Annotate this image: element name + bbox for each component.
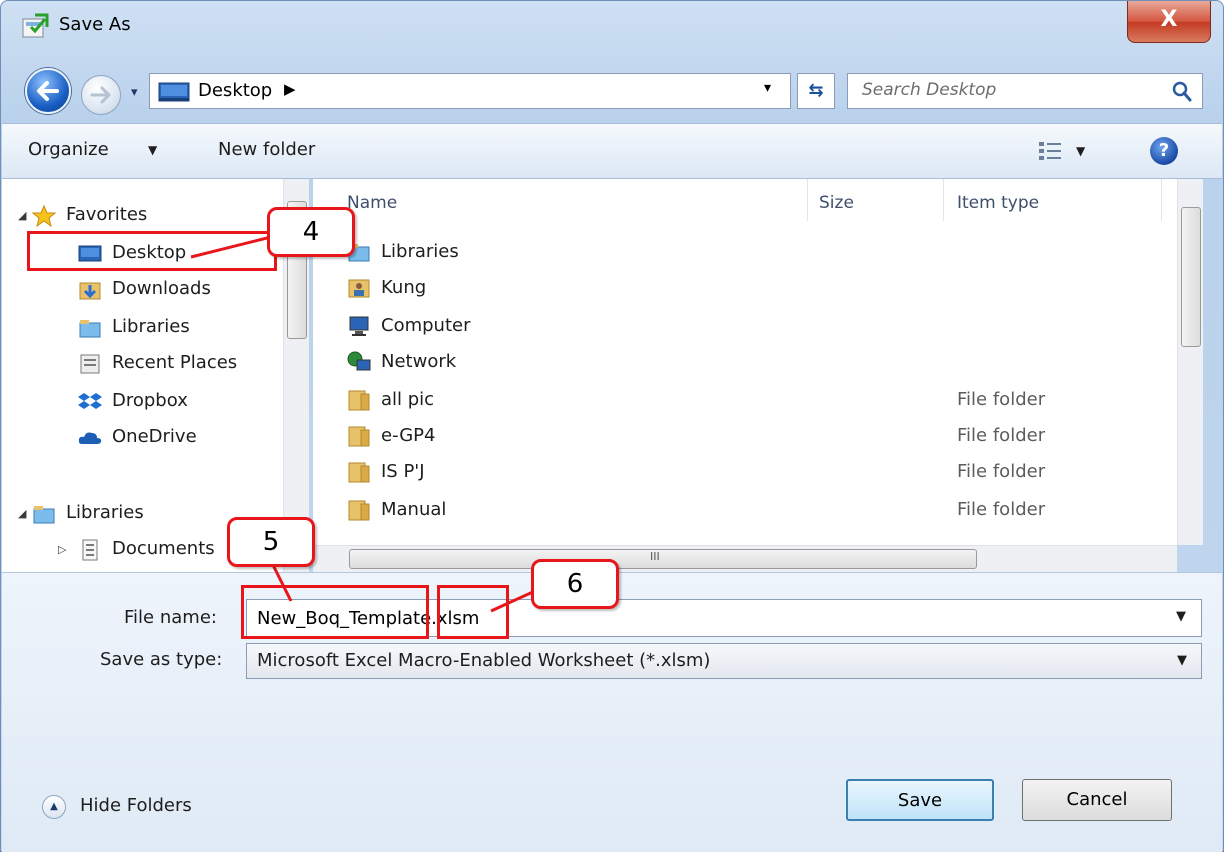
annotation-step-6: 6 [531, 559, 619, 609]
annotation-connectors [190, 235, 536, 613]
annotation-step-4: 4 [267, 207, 355, 257]
annotation-step-5: 5 [227, 517, 315, 567]
save-as-dialog: Save As X ▾ Desktop ▶ ▾ ⇆ Search Desktop… [0, 0, 1224, 852]
